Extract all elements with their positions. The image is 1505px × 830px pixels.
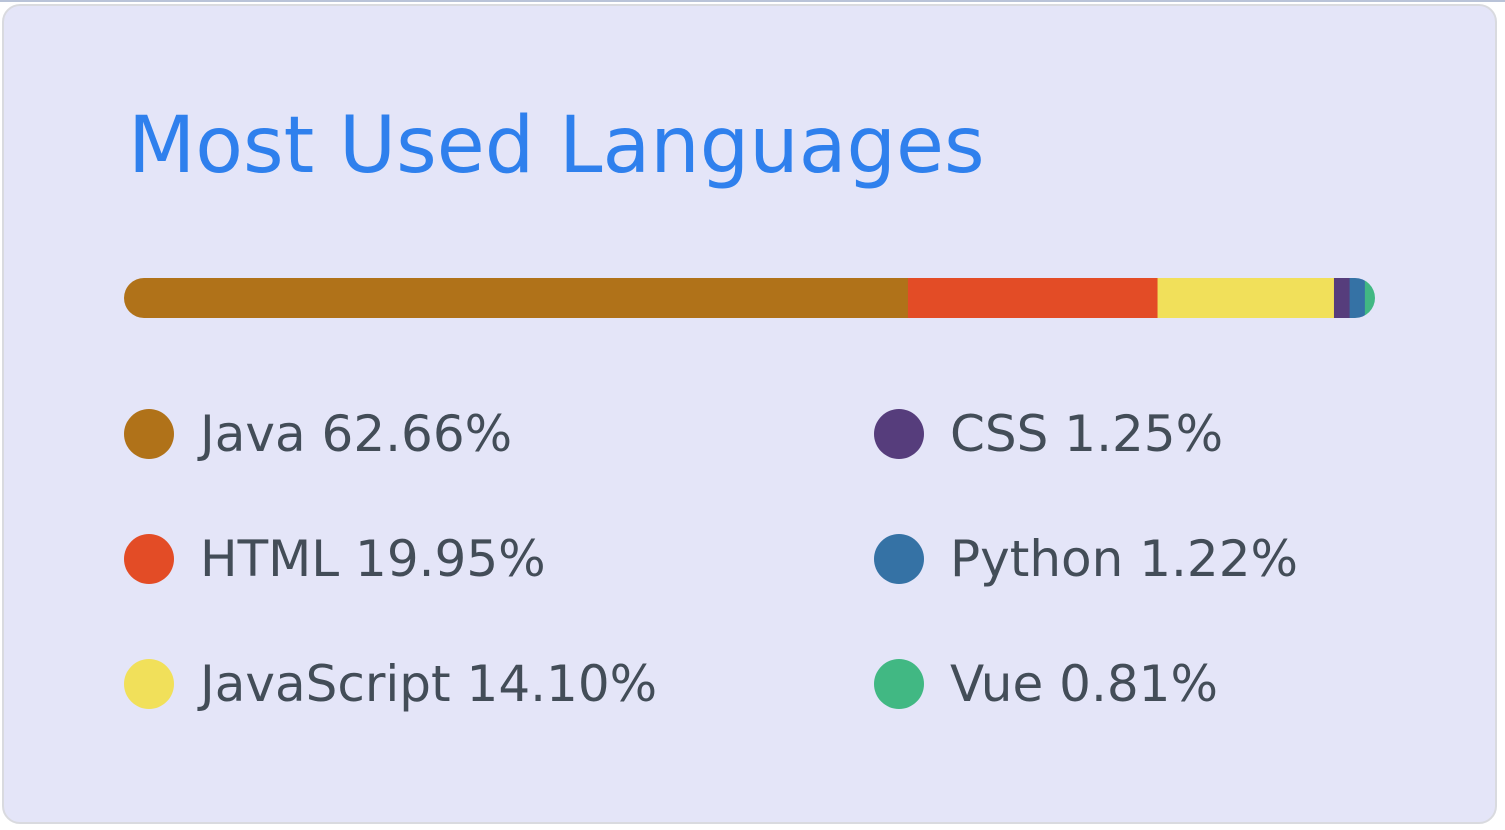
bar-segment-python (1349, 278, 1366, 318)
legend-color-dot (124, 534, 174, 584)
legend-item-java: Java 62.66% (124, 406, 512, 462)
legend-label: CSS 1.25% (950, 405, 1224, 463)
legend-label: Java 62.66% (200, 405, 513, 463)
legend-label: HTML 19.95% (200, 530, 546, 588)
legend-item-javascript: JavaScript 14.10% (124, 656, 657, 712)
legend-item-python: Python 1.22% (874, 531, 1298, 587)
legend-label: Vue 0.81% (950, 655, 1218, 713)
legend-color-dot (124, 409, 174, 459)
bar-segment-javascript (1157, 278, 1335, 318)
legend-color-dot (124, 659, 174, 709)
legend-color-dot (874, 534, 924, 584)
legend-item-css: CSS 1.25% (874, 406, 1223, 462)
bar-segment-java (124, 278, 909, 318)
legend-label: JavaScript 14.10% (200, 655, 658, 713)
bar-segment-html (907, 278, 1158, 318)
card-title: Most Used Languages (128, 101, 985, 191)
bar-segment-css (1333, 278, 1350, 318)
languages-progress-bar (124, 278, 1375, 318)
legend-item-vue: Vue 0.81% (874, 656, 1218, 712)
legend-label: Python 1.22% (950, 530, 1299, 588)
window-top-edge (0, 0, 1505, 2)
legend-color-dot (874, 409, 924, 459)
bar-segment-vue (1364, 278, 1375, 318)
legend-color-dot (874, 659, 924, 709)
legend-item-html: HTML 19.95% (124, 531, 546, 587)
